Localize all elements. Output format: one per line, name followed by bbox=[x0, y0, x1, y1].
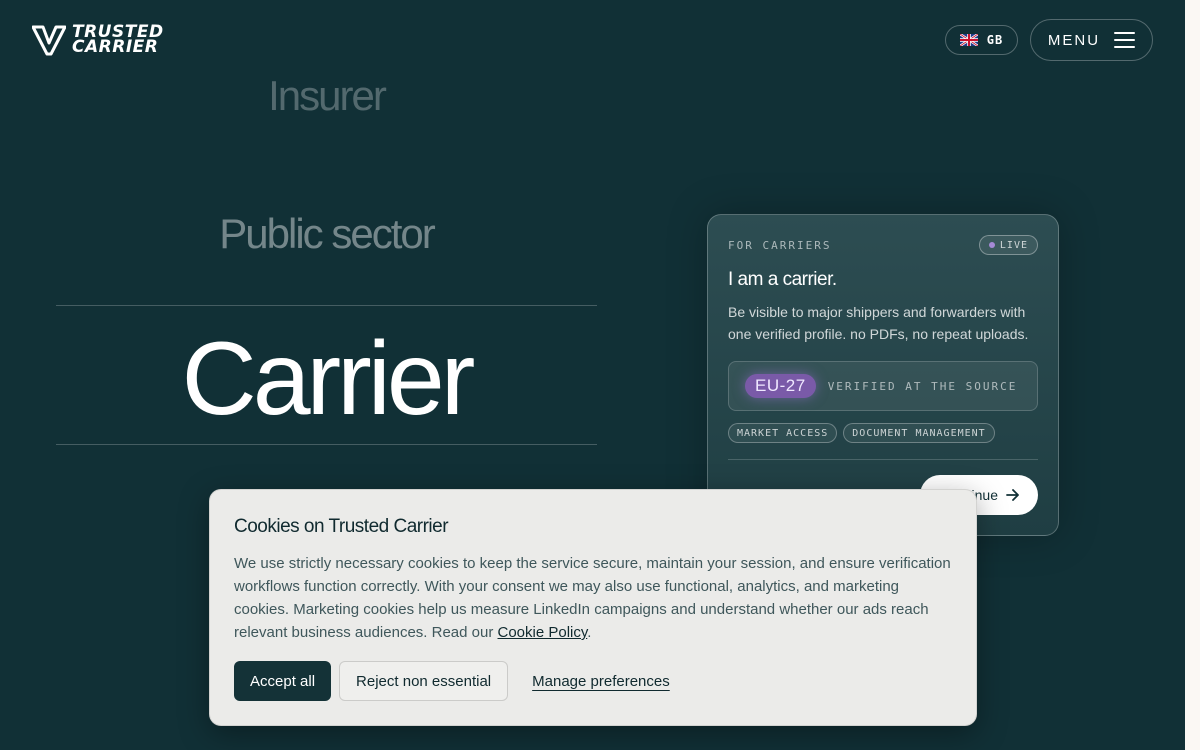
selected-role-top-divider bbox=[56, 305, 597, 306]
role-option-public-sector[interactable]: Public sector bbox=[56, 210, 597, 258]
hamburger-icon bbox=[1114, 32, 1136, 48]
carrier-info-card: FOR CARRIERS LIVE I am a carrier. Be vis… bbox=[707, 214, 1059, 536]
scrollbar-track[interactable] bbox=[1185, 0, 1200, 750]
region-verification-panel: EU-27 VERIFIED AT THE SOURCE bbox=[728, 361, 1038, 411]
cookie-policy-link[interactable]: Cookie Policy bbox=[498, 624, 588, 641]
logo-check-icon bbox=[32, 25, 66, 56]
logo-line-2: CARRIER bbox=[72, 37, 159, 57]
selected-role-bottom-divider bbox=[56, 444, 597, 445]
card-title: I am a carrier. bbox=[728, 269, 837, 290]
cookie-banner-body-end: . bbox=[587, 624, 592, 641]
uk-flag-icon bbox=[959, 34, 978, 46]
role-option-insurer[interactable]: Insurer bbox=[56, 72, 597, 120]
reject-non-essential-button[interactable]: Reject non essential bbox=[339, 661, 509, 701]
card-divider bbox=[728, 459, 1038, 460]
tag-market-access: MARKET ACCESS bbox=[728, 423, 838, 443]
language-code: GB bbox=[986, 33, 1004, 47]
region-note: VERIFIED AT THE SOURCE bbox=[827, 379, 1018, 393]
logo-wordmark: TRUSTED CARRIER bbox=[72, 24, 164, 57]
live-status-label: LIVE bbox=[999, 239, 1028, 251]
region-badge: EU-27 bbox=[745, 374, 816, 398]
menu-button[interactable]: MENU bbox=[1030, 19, 1153, 61]
logo[interactable]: TRUSTED CARRIER bbox=[32, 24, 164, 56]
live-status-badge: LIVE bbox=[978, 235, 1038, 255]
arrow-right-icon bbox=[1006, 489, 1019, 501]
card-description: Be visible to major shippers and forward… bbox=[728, 304, 1029, 342]
live-dot-icon bbox=[988, 242, 995, 248]
cookie-banner-text: We use strictly necessary cookies to kee… bbox=[234, 552, 952, 644]
feature-tags: MARKET ACCESS DOCUMENT MANAGEMENT bbox=[728, 423, 1038, 443]
menu-label: MENU bbox=[1047, 31, 1101, 49]
role-option-carrier-selected[interactable]: Carrier bbox=[56, 322, 597, 437]
cookie-actions: Accept all Reject non essential Manage p… bbox=[234, 661, 670, 701]
cookie-banner-title: Cookies on Trusted Carrier bbox=[234, 516, 449, 537]
language-selector[interactable]: GB bbox=[945, 25, 1018, 55]
cookie-consent-banner: Cookies on Trusted Carrier We use strict… bbox=[209, 489, 977, 726]
cookie-banner-body: We use strictly necessary cookies to kee… bbox=[234, 555, 951, 641]
card-eyebrow: FOR CARRIERS bbox=[728, 238, 832, 252]
accept-all-button[interactable]: Accept all bbox=[234, 661, 332, 701]
manage-preferences-link[interactable]: Manage preferences bbox=[532, 673, 670, 690]
tag-document-management: DOCUMENT MANAGEMENT bbox=[843, 423, 995, 443]
